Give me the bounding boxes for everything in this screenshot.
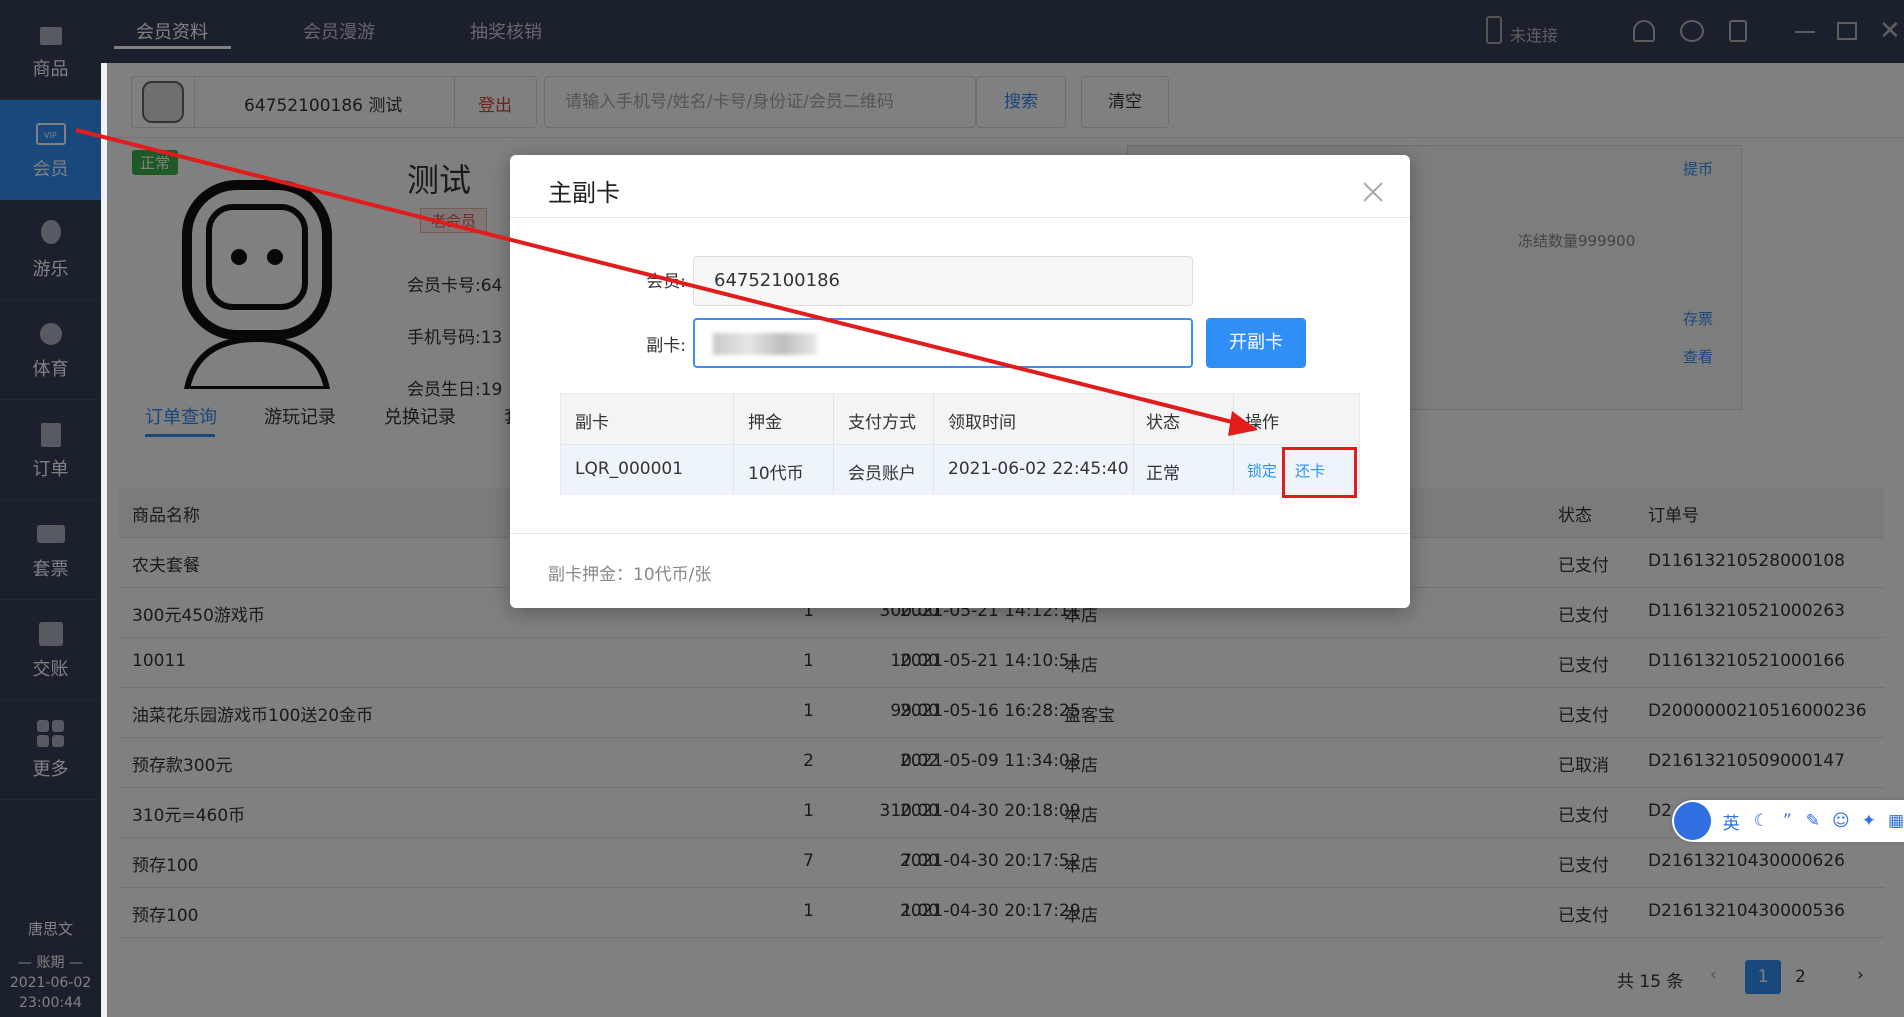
ime-logo-icon bbox=[1674, 802, 1711, 840]
skin-icon[interactable]: ✦ bbox=[1862, 811, 1876, 831]
wrench-icon[interactable]: ✎ bbox=[1806, 811, 1820, 831]
ime-language[interactable]: 英 bbox=[1723, 809, 1740, 834]
ime-toolbar: 英 ☾ ” ✎ ☺ ✦ ▦ bbox=[1672, 800, 1904, 842]
emoji-icon[interactable]: ☺ bbox=[1832, 811, 1850, 831]
punctuation-icon[interactable]: ” bbox=[1783, 811, 1792, 831]
annotation-arrow bbox=[75, 128, 1258, 436]
grid-menu-icon[interactable]: ▦ bbox=[1888, 811, 1904, 831]
moon-icon[interactable]: ☾ bbox=[1754, 811, 1769, 831]
